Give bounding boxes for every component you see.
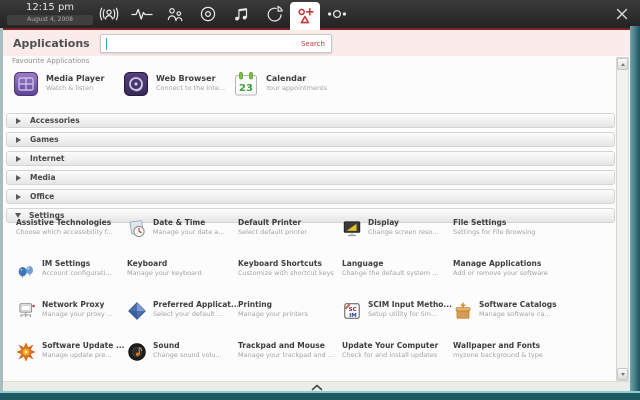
settings-item-sound[interactable]: Sound Change sound volu...: [127, 341, 238, 382]
tab-applications[interactable]: [290, 2, 320, 30]
category-label: Media: [30, 173, 56, 182]
settings-item-date-time[interactable]: Date & Time Manage your date a...: [127, 218, 238, 259]
favourite-title: Web Browser: [156, 74, 225, 84]
tab-pasteboard[interactable]: [257, 0, 290, 28]
settings-item-assistive-technologies[interactable]: Assistive Technologies Choose which acce…: [16, 218, 127, 259]
pie-slice-icon: [264, 5, 284, 23]
category-accessories[interactable]: Accessories: [6, 113, 615, 128]
favourite-title: Calendar: [266, 74, 327, 84]
category-office[interactable]: Office: [6, 189, 615, 204]
zones-icon: [326, 6, 348, 22]
tab-media[interactable]: [224, 0, 257, 28]
chevron-right-icon: [16, 194, 21, 200]
category-label: Internet: [30, 154, 65, 163]
category-label: Games: [30, 135, 59, 144]
tab-zones[interactable]: [320, 0, 353, 28]
close-button[interactable]: [616, 8, 628, 20]
settings-item-network-proxy[interactable]: Network Proxy Manage your proxy ...: [16, 300, 127, 341]
frame-border-bottom: [0, 391, 640, 400]
settings-item-software-update[interactable]: Software Update ... Manage update pre...: [16, 341, 127, 382]
monitor-icon: [342, 219, 362, 239]
settings-item-display[interactable]: Display Change screen reso...: [342, 218, 453, 259]
tab-myzone[interactable]: [92, 0, 125, 28]
applications-header: Applications Search: [0, 28, 640, 56]
search-input[interactable]: [106, 38, 301, 50]
favourite-subtitle: Watch & listen: [46, 84, 104, 93]
settings-item-im-settings[interactable]: IM Settings Account configurati...: [16, 259, 127, 300]
people-icon: [165, 6, 185, 22]
chevron-right-icon: [16, 156, 21, 162]
tab-internet[interactable]: [191, 0, 224, 28]
screen: SC IM: [0, 0, 640, 400]
settings-item-wallpaper-and-fonts[interactable]: Wallpaper and Fonts myzone background & …: [453, 341, 613, 382]
settings-item-manage-applications[interactable]: Manage Applications Add or remove your s…: [453, 259, 613, 300]
arrow-down-icon: [621, 373, 625, 376]
settings-grid: Assistive Technologies Choose which acce…: [16, 218, 613, 382]
favourites-row: Media Player Watch & listen Web Browser …: [13, 71, 343, 97]
settings-item-printing[interactable]: Printing Manage your printers: [238, 300, 342, 341]
close-x-icon: [616, 8, 628, 20]
arrow-up-icon: [621, 63, 625, 66]
chevron-right-icon: [16, 118, 21, 124]
scim-icon: [342, 301, 362, 321]
media-player-icon: [13, 71, 39, 97]
favourites-label: Favourite Applications: [12, 57, 89, 65]
favourite-title: Media Player: [46, 74, 104, 84]
package-box-icon: [453, 301, 473, 321]
favourite-calendar[interactable]: Calendar Your appointments: [233, 71, 343, 97]
category-label: Office: [30, 192, 54, 201]
category-internet[interactable]: Internet: [6, 151, 615, 166]
applications-panel: Favourite Applications Media Player Watc…: [0, 56, 640, 382]
scroll-up-button[interactable]: [617, 58, 628, 70]
clock[interactable]: 12:15 pm August 4, 2008: [7, 2, 93, 26]
settings-item-preferred-applications[interactable]: Preferred Applicat... Select your defaul…: [127, 300, 238, 341]
search-box[interactable]: Search: [100, 34, 332, 53]
category-label: Accessories: [30, 116, 80, 125]
settings-item-software-catalogs[interactable]: Software Catalogs Manage software ca...: [453, 300, 613, 341]
clock-time: 12:15 pm: [7, 2, 93, 14]
clock-icon: [127, 219, 147, 239]
speaker-icon: [127, 342, 147, 362]
clock-date: August 4, 2008: [7, 15, 93, 25]
favourite-subtitle: Connect to the Inte...: [156, 84, 225, 93]
category-media[interactable]: Media: [6, 170, 615, 185]
category-list: Accessories Games Internet Media Office …: [6, 113, 615, 227]
broadcast-person-icon: [98, 6, 120, 22]
favourite-media-player[interactable]: Media Player Watch & listen: [13, 71, 123, 97]
waveform-icon: [131, 6, 153, 22]
scroll-down-button[interactable]: [617, 368, 628, 380]
settings-item-file-settings[interactable]: File Settings Settings for File Browsing: [453, 218, 613, 259]
network-computer-icon: [16, 301, 36, 321]
frame-border-right: [630, 26, 640, 400]
concentric-circles-icon: [199, 5, 217, 23]
settings-item-update-your-computer[interactable]: Update Your Computer Check for and insta…: [342, 341, 453, 382]
settings-item-keyboard[interactable]: Keyboard Manage your keyboard: [127, 259, 238, 300]
settings-item-language[interactable]: Language Change the default system ...: [342, 259, 453, 300]
diamond-icon: [127, 301, 147, 321]
chevron-right-icon: [16, 137, 21, 143]
page-title: Applications: [13, 37, 90, 50]
settings-item-keyboard-shortcuts[interactable]: Keyboard Shortcuts Customize with shortc…: [238, 259, 342, 300]
settings-item-trackpad-and-mouse[interactable]: Trackpad and Mouse Manage your trackpad …: [238, 341, 342, 382]
frame-border-left: [0, 28, 3, 400]
category-games[interactable]: Games: [6, 132, 615, 147]
starburst-icon: [16, 342, 36, 362]
web-browser-icon: [123, 71, 149, 97]
favourite-web-browser[interactable]: Web Browser Connect to the Inte...: [123, 71, 233, 97]
chevron-right-icon: [16, 175, 21, 181]
settings-item-scim-input-method[interactable]: SCIM Input Metho... Setup utility for Sm…: [342, 300, 453, 341]
search-button[interactable]: Search: [301, 40, 325, 48]
favourite-subtitle: Your appointments: [266, 84, 327, 93]
tab-people[interactable]: [158, 0, 191, 28]
settings-item-default-printer[interactable]: Default Printer Select default printer: [238, 218, 342, 259]
shapes-plus-icon: [296, 7, 315, 25]
chevron-up-icon: [311, 384, 323, 391]
panel-tabs: [92, 0, 353, 30]
music-notes-icon: [231, 6, 251, 22]
balloons-icon: [16, 260, 36, 280]
calendar-icon: [233, 71, 259, 97]
tab-status[interactable]: [125, 0, 158, 28]
scrollbar[interactable]: [616, 57, 629, 381]
top-panel: 12:15 pm August 4, 2008: [0, 0, 640, 28]
